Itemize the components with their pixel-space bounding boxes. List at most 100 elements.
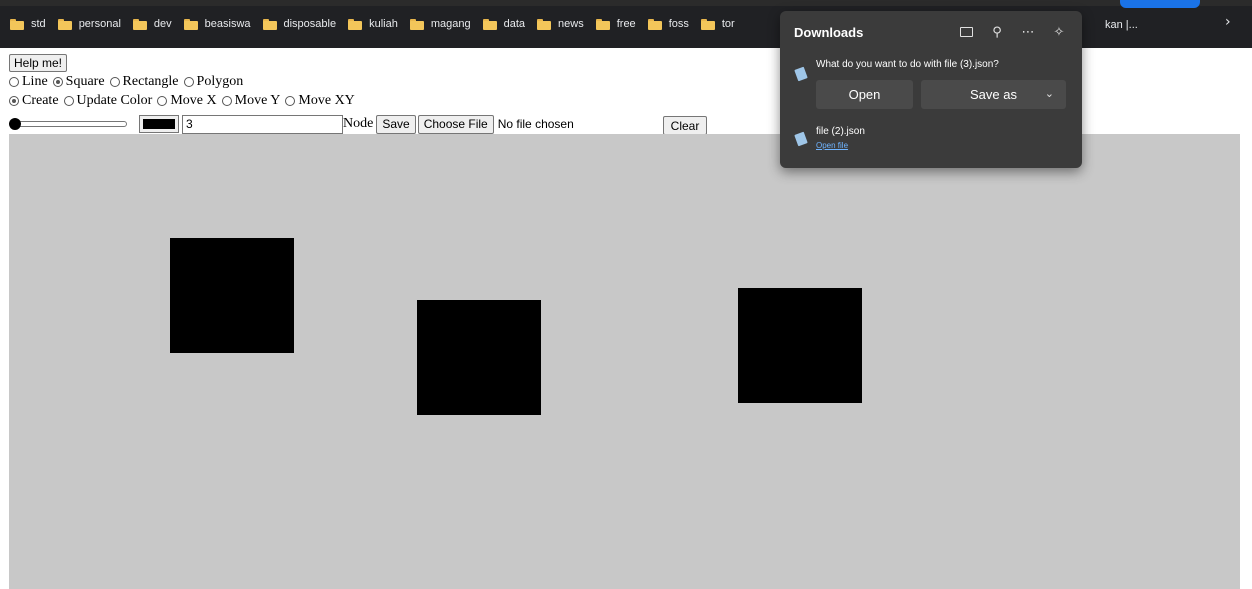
- folder-icon: [10, 18, 24, 30]
- downloads-toolbar: ⚲ ⋯ ✧: [946, 22, 1070, 42]
- folder-icon: [348, 18, 363, 30]
- mode-radio-group: Create Update Color Move X Move Y Move X…: [9, 93, 360, 109]
- slider-thumb[interactable]: [9, 118, 21, 130]
- bookmark-label: tor: [721, 18, 735, 30]
- save-button[interactable]: Save: [376, 114, 416, 134]
- bookmark-label: magang: [430, 18, 471, 30]
- slider-track[interactable]: [9, 121, 127, 127]
- radio-label: Rectangle: [122, 74, 179, 89]
- radio-label: Move X: [170, 93, 217, 108]
- save-as-label: Save as: [970, 87, 1017, 102]
- chevron-right-icon[interactable]: ›: [1225, 14, 1243, 32]
- shape-option-polygon[interactable]: Polygon: [183, 74, 243, 90]
- file-icon: [794, 66, 808, 82]
- bookmark-folder-kuliah[interactable]: kuliah: [348, 18, 398, 30]
- canvas-square[interactable]: [417, 300, 541, 415]
- choose-file-button[interactable]: Choose File: [417, 114, 494, 134]
- radio-square[interactable]: [52, 77, 63, 87]
- radio-update-color[interactable]: [63, 96, 74, 106]
- bookmark-label: foss: [668, 18, 689, 30]
- radio-line[interactable]: [9, 77, 19, 87]
- bookmark-folder-std[interactable]: std: [10, 18, 46, 30]
- drawing-canvas[interactable]: [9, 134, 1240, 589]
- bookmark-label: free: [616, 18, 636, 30]
- canvas-square[interactable]: [738, 288, 862, 403]
- downloads-title: Downloads: [794, 25, 864, 40]
- clear-button[interactable]: Clear: [663, 116, 707, 135]
- radio-label: Create: [22, 93, 59, 108]
- chevron-down-icon[interactable]: ⌄: [1045, 87, 1054, 100]
- node-input[interactable]: [182, 114, 343, 134]
- bookmark-folder-magang[interactable]: magang: [409, 18, 471, 30]
- more-icon[interactable]: ⋯: [1017, 22, 1039, 42]
- bookmark-label: beasiswa: [204, 18, 251, 30]
- file-icon: [794, 131, 808, 147]
- bookmark-folder-free[interactable]: free: [595, 18, 636, 30]
- shape-option-line[interactable]: Line: [9, 74, 48, 90]
- bookmark-folder-foss[interactable]: foss: [647, 18, 689, 30]
- folder-icon[interactable]: [955, 22, 977, 42]
- folder-icon: [700, 18, 715, 30]
- mode-option-update-color[interactable]: Update Color: [63, 93, 153, 109]
- folder-icon: [57, 18, 72, 30]
- radio-polygon[interactable]: [183, 77, 194, 87]
- bookmark-folder-tor[interactable]: tor: [700, 18, 735, 30]
- bookmark-label: dev: [153, 18, 172, 30]
- controls-row: Node Save Choose File No file chosen: [9, 114, 574, 134]
- downloaded-file-name[interactable]: file (2).json: [816, 126, 865, 137]
- folder-icon: [183, 18, 198, 30]
- bookmark-label: disposable: [283, 18, 337, 30]
- bookmark-label: personal: [78, 18, 121, 30]
- save-as-button[interactable]: Save as ⌄: [921, 80, 1066, 109]
- node-label: Node: [343, 116, 374, 131]
- folder-icon: [537, 18, 552, 30]
- folder-icon: [595, 18, 610, 30]
- help-button[interactable]: Help me!: [9, 54, 68, 72]
- title-strip: [0, 0, 1252, 6]
- color-swatch-fill: [143, 119, 175, 129]
- mode-option-move-xy[interactable]: Move XY: [285, 93, 355, 109]
- radio-label: Move XY: [298, 93, 355, 108]
- pin-icon[interactable]: ✧: [1048, 22, 1070, 42]
- mode-option-move-y[interactable]: Move Y: [221, 93, 281, 109]
- bookmark-folder-data[interactable]: data: [482, 18, 526, 30]
- shape-option-square[interactable]: Square: [52, 74, 105, 90]
- color-picker[interactable]: [139, 115, 179, 133]
- bookmark-folder-dev[interactable]: dev: [132, 18, 172, 30]
- bookmark-folder-disposable[interactable]: disposable: [262, 18, 337, 30]
- download-prompt: What do you want to do with file (3).jso…: [816, 59, 999, 70]
- radio-move-xy[interactable]: [285, 96, 296, 106]
- folder-icon: [647, 18, 662, 30]
- bookmark-folder-beasiswa[interactable]: beasiswa: [183, 18, 251, 30]
- open-button[interactable]: Open: [816, 80, 913, 109]
- bookmark-label: std: [31, 18, 46, 30]
- folder-icon: [409, 18, 424, 30]
- size-slider[interactable]: [9, 118, 129, 130]
- bookmark-label: data: [503, 18, 526, 30]
- radio-rectangle[interactable]: [109, 77, 120, 87]
- mode-option-create[interactable]: Create: [9, 93, 59, 109]
- profile-pill[interactable]: [1120, 0, 1200, 8]
- shape-radio-group: Line Square Rectangle Polygon: [9, 74, 248, 90]
- bookmark-truncated[interactable]: kan |...: [1105, 19, 1138, 31]
- bookmark-folder-news[interactable]: news: [537, 18, 584, 30]
- radio-move-y[interactable]: [221, 96, 232, 106]
- folder-icon: [262, 18, 277, 30]
- radio-label: Line: [22, 74, 48, 89]
- radio-label: Move Y: [234, 93, 281, 108]
- radio-label: Update Color: [76, 93, 153, 108]
- radio-create[interactable]: [9, 96, 19, 106]
- search-icon[interactable]: ⚲: [986, 22, 1008, 42]
- canvas-square[interactable]: [170, 238, 294, 353]
- mode-option-move-x[interactable]: Move X: [157, 93, 217, 109]
- file-status: No file chosen: [497, 117, 574, 131]
- folder-icon: [482, 18, 497, 30]
- folder-icon: [132, 18, 147, 30]
- open-file-link[interactable]: Open file: [816, 141, 848, 150]
- radio-move-x[interactable]: [157, 96, 168, 106]
- downloads-panel: Downloads ⚲ ⋯ ✧ What do you want to do w…: [780, 11, 1082, 168]
- bookmark-label: news: [558, 18, 584, 30]
- bookmark-folder-personal[interactable]: personal: [57, 18, 121, 30]
- bookmark-label: kuliah: [369, 18, 398, 30]
- shape-option-rectangle[interactable]: Rectangle: [109, 74, 179, 90]
